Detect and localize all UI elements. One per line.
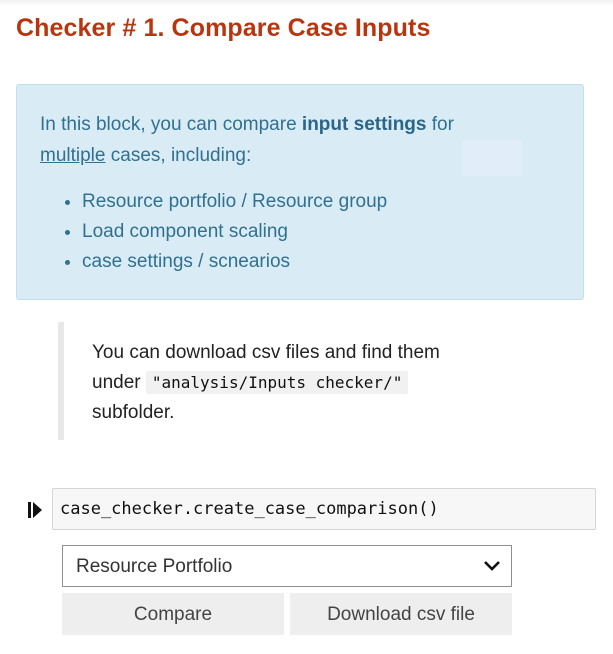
intro-text: In this block, you can compare	[40, 114, 302, 135]
info-alert-box: In this block, you can compare input set…	[16, 84, 584, 300]
chevron-down-icon	[484, 561, 500, 571]
note-line: under "analysis/Inputs checker/"	[92, 368, 578, 398]
code-cell-input[interactable]: case_checker.create_case_comparison()	[52, 488, 596, 530]
list-item: Resource portfolio / Resource group	[82, 187, 583, 217]
intro-underlined-text: multiple	[40, 145, 106, 166]
info-bullet-list: Resource portfolio / Resource group Load…	[40, 187, 583, 277]
selection-highlight	[462, 140, 522, 176]
list-item: Load component scaling	[82, 217, 583, 247]
run-cell-icon[interactable]	[28, 501, 42, 519]
intro-bold-text: input settings	[301, 114, 427, 135]
note-line: You can download csv files and find them	[92, 342, 440, 363]
compare-button[interactable]: Compare	[62, 593, 284, 635]
portfolio-dropdown[interactable]: Resource Portfolio	[62, 545, 512, 587]
dropdown-selected-value: Resource Portfolio	[76, 556, 233, 577]
intro-post-text: cases, including:	[105, 145, 252, 166]
intro-mid-text: for	[426, 114, 454, 135]
download-csv-button[interactable]: Download csv file	[290, 593, 512, 635]
page-title: Checker # 1. Compare Case Inputs	[16, 14, 431, 42]
list-item: case settings / scnearios	[82, 247, 583, 277]
note-line: subfolder.	[92, 402, 175, 423]
note-under-text: under	[92, 372, 146, 393]
inline-code-path: "analysis/Inputs checker/"	[145, 371, 409, 394]
top-shadow	[0, 0, 613, 6]
download-note-blockquote: You can download csv files and find them…	[58, 322, 578, 440]
